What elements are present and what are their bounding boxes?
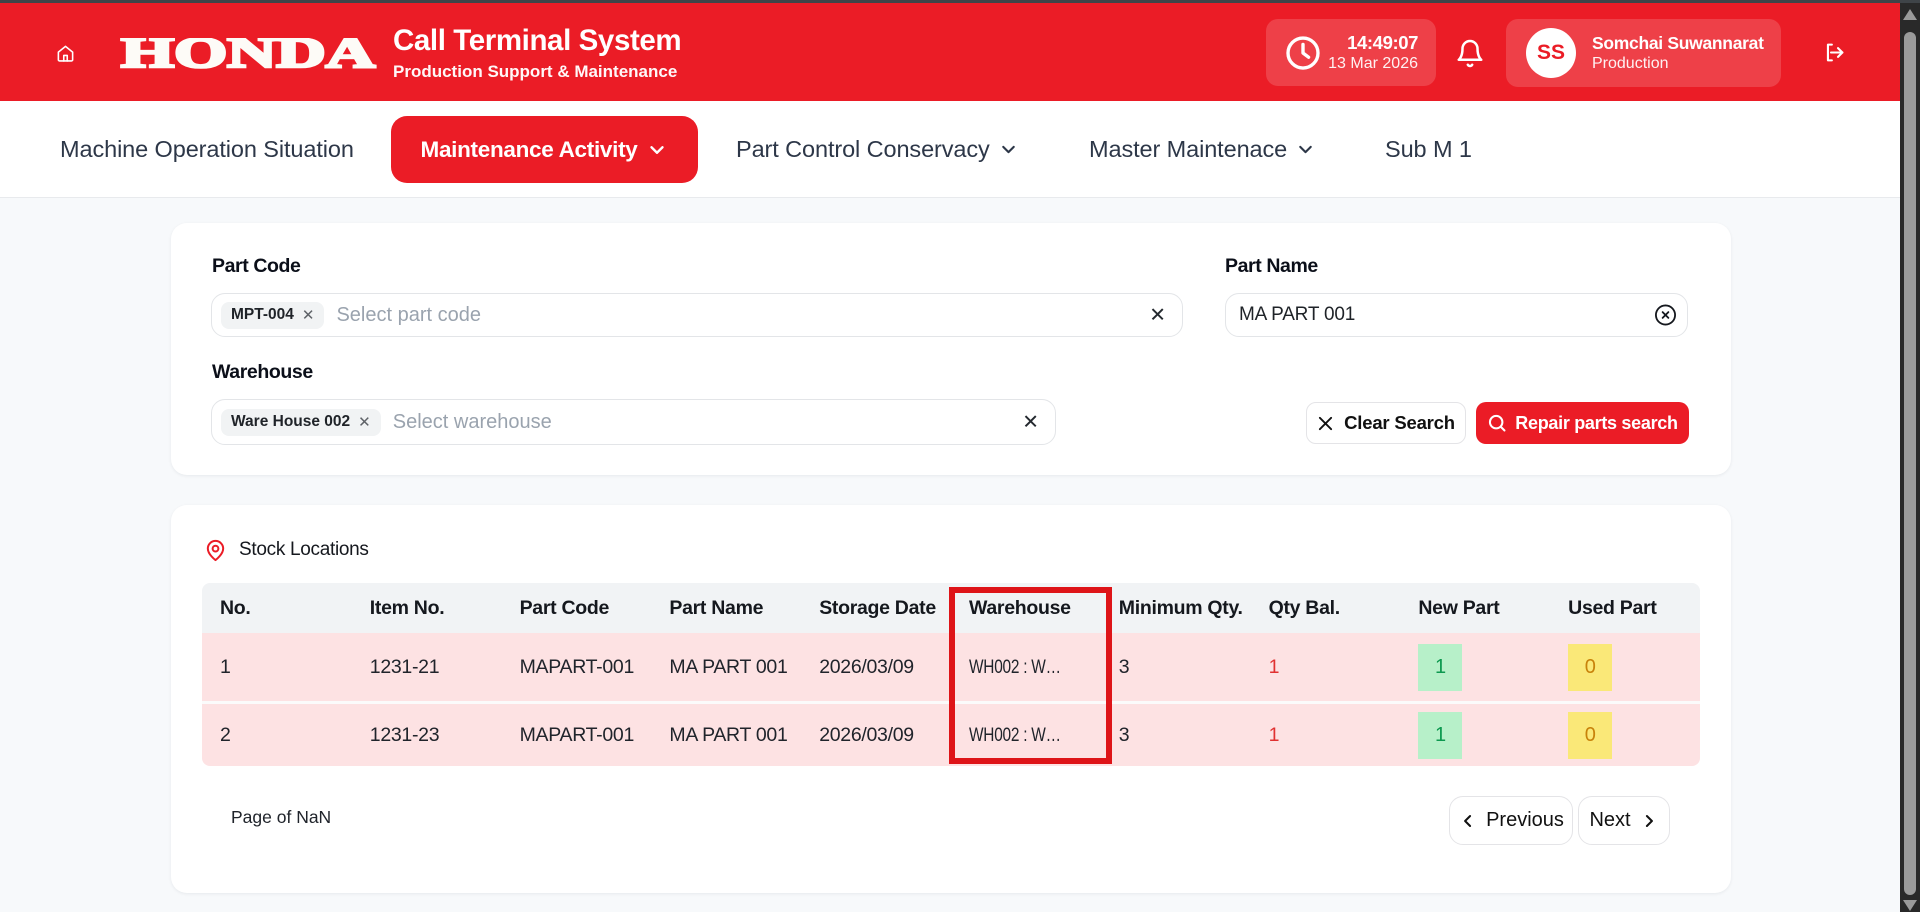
svg-text:HONDA: HONDA: [121, 38, 375, 69]
